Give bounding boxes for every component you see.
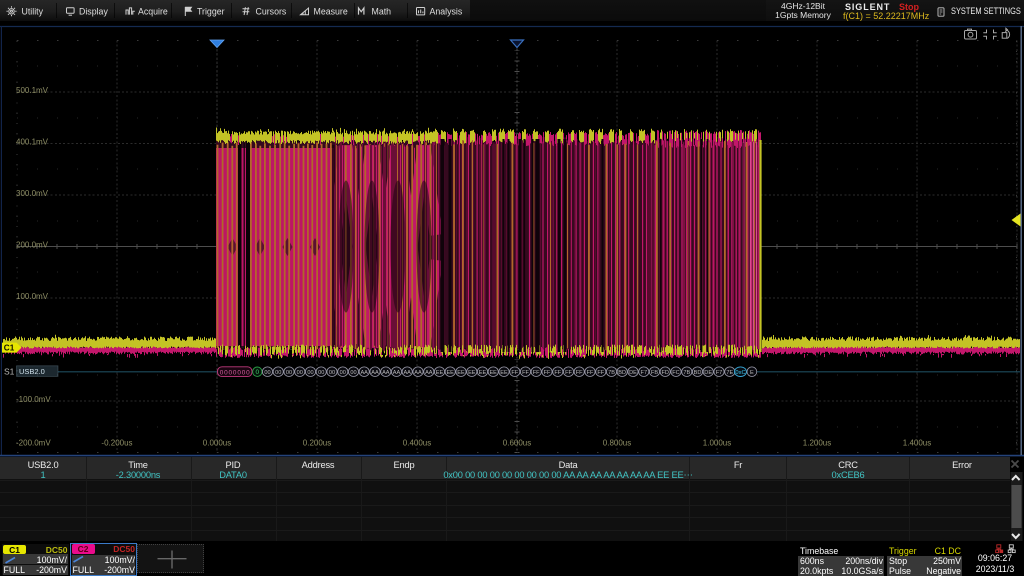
svg-text:USB2.0: USB2.0 [19, 367, 45, 376]
svg-text:1.000us: 1.000us [703, 439, 731, 448]
svg-text:0.400us: 0.400us [403, 439, 431, 448]
svg-text:Measure: Measure [314, 6, 348, 16]
svg-text:AA: AA [382, 370, 390, 376]
svg-text:FF: FF [576, 370, 583, 376]
svg-text:7B: 7B [608, 370, 615, 376]
svg-text:FF: FF [587, 370, 594, 376]
svg-text:EE: EE [468, 370, 476, 376]
svg-text:AA: AA [425, 370, 433, 376]
svg-text:0xC: 0xC [735, 370, 745, 376]
svg-text:FF: FF [544, 370, 551, 376]
svg-text:Acquire: Acquire [138, 6, 168, 16]
svg-text:FF: FF [533, 370, 540, 376]
svg-text:AA: AA [403, 370, 411, 376]
svg-text:Trigger: Trigger [197, 6, 225, 16]
svg-text:0.600us: 0.600us [503, 439, 531, 448]
svg-text:00: 00 [318, 370, 324, 376]
svg-text:EE: EE [436, 370, 444, 376]
svg-text:BD: BD [694, 370, 702, 376]
svg-text:AA: AA [393, 370, 401, 376]
svg-text:-0.200us: -0.200us [101, 439, 132, 448]
svg-text:1.200us: 1.200us [803, 439, 831, 448]
svg-text:EE: EE [500, 370, 508, 376]
svg-text:00: 00 [297, 370, 303, 376]
svg-text:100.0mV: 100.0mV [16, 292, 49, 301]
svg-text:0000000: 0000000 [220, 369, 250, 376]
svg-text:0.200us: 0.200us [303, 439, 331, 448]
svg-text:EE: EE [457, 370, 465, 376]
svg-text:EE: EE [446, 370, 454, 376]
svg-text:FF: FF [511, 370, 518, 376]
svg-text:00: 00 [307, 370, 313, 376]
svg-text:EE: EE [489, 370, 497, 376]
svg-text:-100.0mV: -100.0mV [16, 395, 51, 404]
svg-text:FC: FC [672, 370, 679, 376]
svg-text:400.1mV: 400.1mV [16, 138, 49, 147]
svg-text:DE: DE [629, 370, 637, 376]
svg-text:Analysis: Analysis [430, 6, 463, 16]
svg-text:E: E [750, 370, 754, 376]
svg-text:F7: F7 [641, 370, 648, 376]
svg-text:0: 0 [256, 369, 260, 376]
svg-text:FF: FF [522, 370, 529, 376]
svg-text:F7: F7 [716, 370, 723, 376]
svg-text:Utility: Utility [22, 6, 44, 16]
svg-text:FF: FF [565, 370, 572, 376]
svg-text:300.0mV: 300.0mV [16, 189, 49, 198]
svg-text:EE: EE [479, 370, 487, 376]
svg-text:500.1mV: 500.1mV [16, 86, 49, 95]
svg-text:-200.0mV: -200.0mV [16, 439, 51, 448]
svg-text:Math: Math [372, 6, 392, 16]
svg-text:7B: 7B [683, 370, 690, 376]
svg-text:00: 00 [275, 370, 281, 376]
svg-text:Cursors: Cursors [256, 6, 287, 16]
svg-text:BD: BD [618, 370, 626, 376]
svg-text:FD: FD [661, 370, 668, 376]
svg-text:Display: Display [79, 6, 108, 16]
svg-text:AA: AA [360, 370, 368, 376]
svg-text:00: 00 [350, 370, 356, 376]
svg-text:0.800us: 0.800us [603, 439, 631, 448]
svg-text:AA: AA [371, 370, 379, 376]
svg-text:200.0mV: 200.0mV [16, 241, 49, 250]
svg-text:00: 00 [340, 370, 346, 376]
svg-text:DE: DE [704, 370, 712, 376]
svg-text:FF: FF [554, 370, 561, 376]
svg-text:FF: FF [597, 370, 604, 376]
svg-text:S1: S1 [4, 367, 15, 377]
svg-text:00: 00 [329, 370, 335, 376]
svg-text:AA: AA [414, 370, 422, 376]
svg-text:00: 00 [264, 370, 270, 376]
svg-text:7E: 7E [726, 370, 733, 376]
svg-text:C1: C1 [4, 344, 15, 353]
svg-text:FB: FB [651, 370, 658, 376]
svg-text:00: 00 [286, 370, 292, 376]
svg-text:1.400us: 1.400us [903, 439, 931, 448]
svg-text:0.000us: 0.000us [203, 439, 231, 448]
